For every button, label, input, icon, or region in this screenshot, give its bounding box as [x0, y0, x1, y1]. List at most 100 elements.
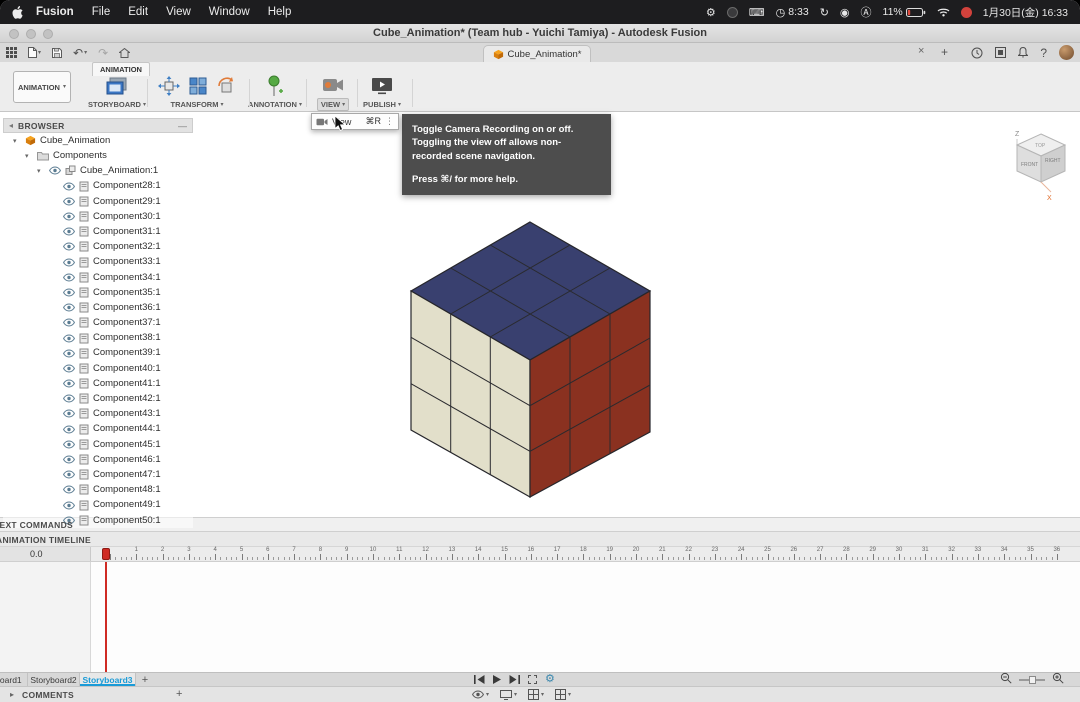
notification-bell-icon[interactable]: [1018, 47, 1029, 58]
browser-item-component[interactable]: Component48:1: [3, 482, 193, 497]
view-menu-button[interactable]: VIEW ▾: [316, 98, 350, 111]
browser-item-component[interactable]: Component33:1: [3, 255, 193, 270]
visibility-eye-icon[interactable]: [49, 166, 61, 175]
transform-components-icon[interactable]: [158, 75, 180, 101]
disclosure-caret-icon[interactable]: ▾: [25, 152, 33, 160]
view-cube[interactable]: Z TOP FRONT RIGHT X: [1003, 126, 1075, 202]
tab-storyboard1[interactable]: Storyboard1: [0, 673, 28, 686]
add-comment-icon[interactable]: +: [176, 688, 182, 700]
data-panel-grid-icon[interactable]: [6, 47, 17, 58]
browser-item-component[interactable]: Component40:1: [3, 361, 193, 376]
wifi-icon[interactable]: [937, 7, 950, 17]
visibility-eye-icon[interactable]: [63, 364, 75, 373]
minimize-panel-icon[interactable]: —: [178, 121, 187, 131]
browser-item-root[interactable]: ▾ Cube_Animation: [3, 133, 193, 148]
restore-home-icon[interactable]: [216, 76, 236, 101]
window-close-button[interactable]: [9, 29, 19, 39]
browser-item-component[interactable]: Component38:1: [3, 330, 193, 345]
timeline-ruler-ticks[interactable]: 1 2 3 4 5 6 7 8 9 10 11 12 13 14 15 16 17 18 19 20 21 22 23 24 2…: [110, 547, 1070, 561]
browser-item-component[interactable]: Component28:1: [3, 179, 193, 194]
job-status-icon[interactable]: [971, 47, 983, 59]
publish-video-icon[interactable]: [371, 77, 393, 100]
visibility-eye-icon[interactable]: [63, 455, 75, 464]
browser-item-component[interactable]: Component30:1: [3, 209, 193, 224]
collapse-panel-icon[interactable]: ◂: [9, 121, 13, 130]
menu-help[interactable]: Help: [259, 6, 301, 18]
visibility-eye-icon[interactable]: [63, 485, 75, 494]
zoom-slider-handle[interactable]: [1029, 675, 1036, 684]
publish-menu-button[interactable]: PUBLISH ▾: [360, 99, 404, 110]
menu-file[interactable]: File: [83, 6, 120, 18]
visibility-eye-icon[interactable]: [63, 258, 75, 267]
browser-item-component[interactable]: Component29:1: [3, 194, 193, 209]
visibility-eye-icon[interactable]: [63, 501, 75, 510]
cube-model[interactable]: [380, 200, 680, 510]
go-to-end-button[interactable]: [509, 675, 520, 684]
timer-status[interactable]: ◷ 8:33: [776, 6, 809, 19]
sync-icon[interactable]: ↻: [820, 6, 829, 19]
animation-timeline-header[interactable]: [0, 532, 1080, 547]
browser-item-component[interactable]: Component46:1: [3, 452, 193, 467]
window-minimize-button[interactable]: [26, 29, 36, 39]
visibility-eye-icon[interactable]: [63, 349, 75, 358]
expand-comments-icon[interactable]: ▸: [10, 690, 14, 699]
viewports-icon[interactable]: ▾: [555, 689, 571, 700]
menu-edit[interactable]: Edit: [119, 6, 157, 18]
visibility-eye-icon[interactable]: [63, 197, 75, 206]
visibility-eye-icon[interactable]: [63, 303, 75, 312]
animation-settings-icon[interactable]: ⚙: [545, 674, 555, 685]
visibility-eye-icon[interactable]: [63, 288, 75, 297]
browser-item-component[interactable]: Component43:1: [3, 406, 193, 421]
status-circle-icon[interactable]: [726, 6, 738, 18]
save-icon[interactable]: [52, 47, 63, 58]
new-tab-icon[interactable]: +: [941, 45, 948, 59]
loop-toggle-button[interactable]: [528, 675, 537, 684]
visibility-eye-icon[interactable]: [63, 334, 75, 343]
visibility-eye-icon[interactable]: [63, 182, 75, 191]
browser-item-component[interactable]: Component49:1: [3, 498, 193, 513]
file-menu-icon[interactable]: ▾: [28, 47, 41, 58]
tab-storyboard3[interactable]: Storyboard3: [80, 673, 136, 686]
browser-item-component[interactable]: Component45:1: [3, 437, 193, 452]
document-tab[interactable]: Cube_Animation*: [483, 45, 591, 62]
keyboard-icon[interactable]: ⌨: [749, 6, 765, 19]
visibility-eye-icon[interactable]: [63, 425, 75, 434]
browser-header[interactable]: ◂ BROWSER —: [3, 118, 193, 133]
storyboard-menu-button[interactable]: STORYBOARD ▾: [85, 99, 149, 110]
comments-label[interactable]: COMMENTS: [22, 690, 74, 700]
browser-item-component[interactable]: Component47:1: [3, 467, 193, 482]
playhead-line[interactable]: [105, 562, 107, 672]
apple-menu-icon[interactable]: [12, 5, 23, 19]
undo-icon[interactable]: ↶ ▾: [73, 47, 87, 59]
user-avatar[interactable]: [1059, 45, 1074, 60]
menu-fusion[interactable]: Fusion: [27, 6, 83, 18]
callout-icon[interactable]: [267, 75, 283, 102]
browser-item-assembly[interactable]: ▾ Cube_Animation:1: [3, 163, 193, 178]
help-icon[interactable]: ?: [1040, 47, 1047, 59]
visibility-eye-icon[interactable]: [63, 273, 75, 282]
browser-item-component[interactable]: Component36:1: [3, 300, 193, 315]
notification-red-icon[interactable]: [960, 6, 972, 18]
browser-item-component[interactable]: Component34:1: [3, 270, 193, 285]
browser-item-component[interactable]: Component39:1: [3, 346, 193, 361]
gear-icon[interactable]: ⚙: [706, 6, 716, 19]
browser-item-component[interactable]: Component41:1: [3, 376, 193, 391]
disclosure-caret-icon[interactable]: ▾: [13, 137, 21, 145]
camera-record-icon[interactable]: [322, 77, 344, 98]
window-zoom-button[interactable]: [43, 29, 53, 39]
tab-storyboard2[interactable]: Storyboard2: [28, 673, 80, 686]
go-to-start-button[interactable]: [474, 675, 485, 684]
record-icon[interactable]: ◉: [840, 6, 850, 19]
visibility-eye-icon[interactable]: [63, 318, 75, 327]
camera-settings-icon[interactable]: ▾: [472, 690, 489, 699]
current-time-field[interactable]: 0.0: [0, 547, 91, 561]
grid-snaps-icon[interactable]: ▾: [528, 689, 544, 700]
visibility-eye-icon[interactable]: [63, 394, 75, 403]
component-position-icon[interactable]: [188, 76, 208, 101]
display-settings-icon[interactable]: ▾: [500, 689, 517, 700]
visibility-eye-icon[interactable]: [63, 470, 75, 479]
annotation-menu-button[interactable]: ANNOTATION ▾: [245, 99, 305, 110]
close-tab-icon[interactable]: ×: [918, 45, 924, 57]
browser-item-component[interactable]: Component42:1: [3, 391, 193, 406]
play-button[interactable]: [493, 675, 501, 684]
